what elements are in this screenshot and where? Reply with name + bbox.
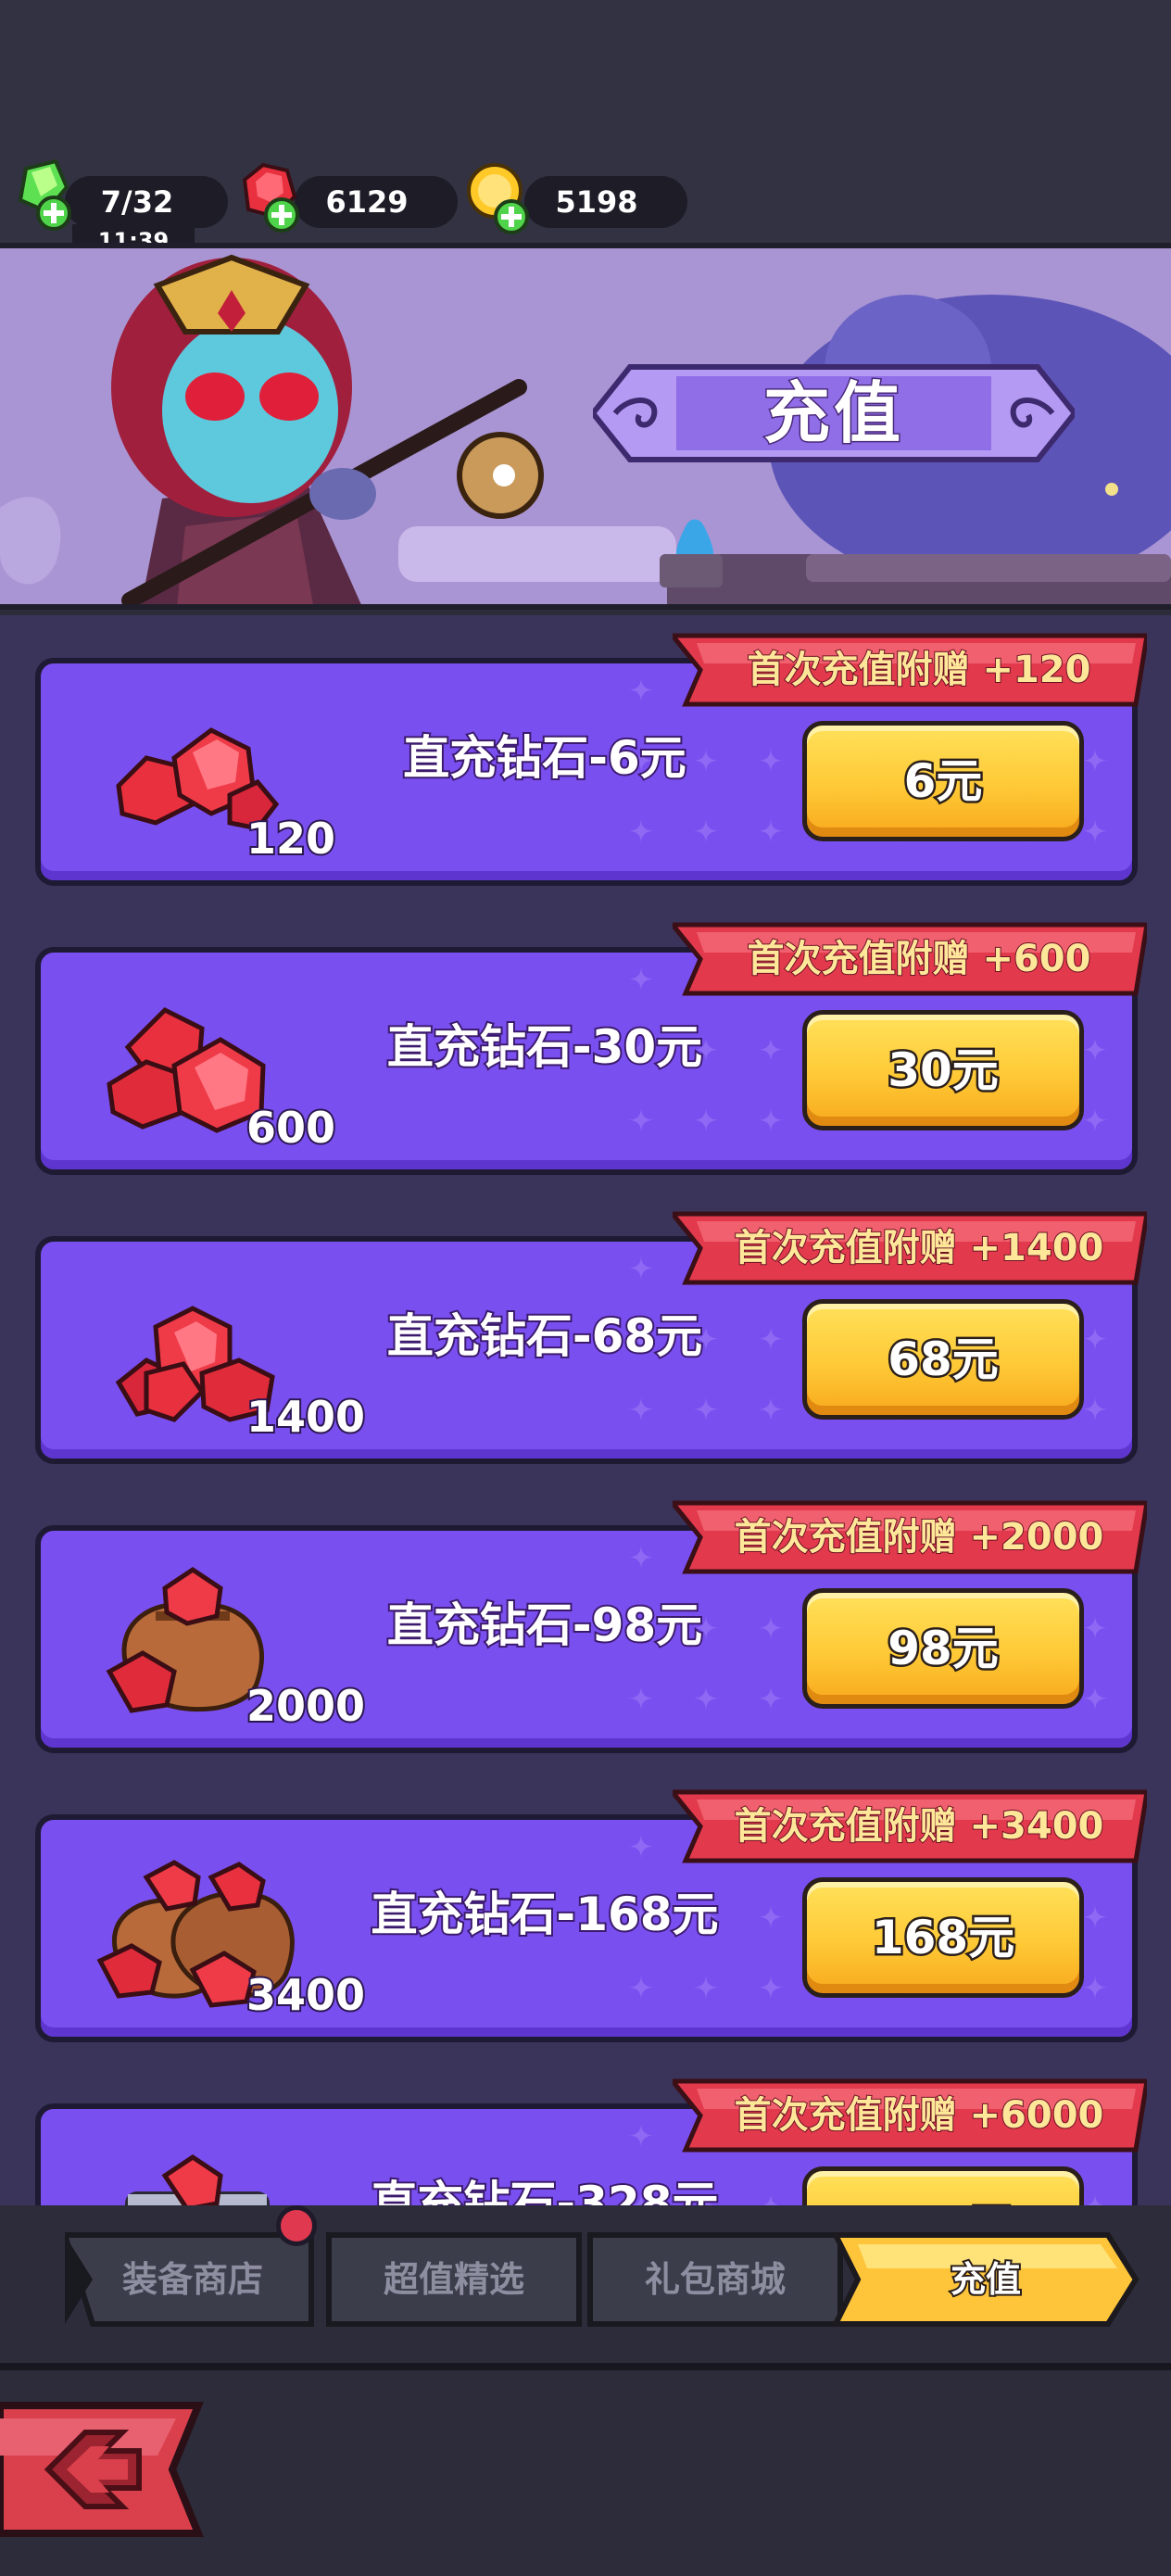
- shop-tab-bar: 装备商店 超值精选 礼包商城 充值: [0, 2205, 1171, 2363]
- first-purchase-bonus-ribbon: 首次充值附赠 +2000: [673, 1499, 1147, 1575]
- first-purchase-bonus-ribbon: 首次充值附赠 +3400: [673, 1788, 1147, 1864]
- green-crystal-plus-icon[interactable]: [13, 159, 78, 235]
- recharge-pack-card[interactable]: 直充钻石-68元 1400 68元 首次充值附赠 +1400: [35, 1211, 1147, 1464]
- gem-amount: 120: [245, 812, 337, 865]
- buy-button[interactable]: 168元: [802, 1877, 1084, 1998]
- bonus-text: 首次充值附赠 +600: [747, 937, 1092, 981]
- red-gem-plus-icon[interactable]: [235, 159, 306, 235]
- gem-amount: 600: [245, 1101, 337, 1155]
- recharge-pack-card[interactable]: 直充钻石-98元 2000 98元 首次充值附赠 +2000: [35, 1500, 1147, 1753]
- recharge-pack-card[interactable]: 直充钻石-6元 120 6元 首次充值附赠 +120: [35, 633, 1147, 886]
- buy-button-label: 168元: [869, 1909, 1016, 1967]
- gem-bundle-icon: [125, 2153, 270, 2205]
- pack-title: 直充钻石-328元: [369, 2175, 720, 2205]
- buy-button[interactable]: 328元: [802, 2166, 1084, 2205]
- hero-character: [0, 254, 544, 604]
- tab-label: 充值: [949, 2257, 1023, 2302]
- gold-coin-plus-icon[interactable]: [465, 161, 535, 237]
- recharge-pack-card[interactable]: 直充钻石-168元 3400 168元 首次充值附赠 +3400: [35, 1789, 1147, 2042]
- first-purchase-bonus-ribbon: 首次充值附赠 +600: [673, 921, 1147, 997]
- gem-amount: 1400: [245, 1390, 367, 1444]
- buy-button-label: 328元: [807, 2171, 1079, 2206]
- tab-label: 装备商店: [121, 2259, 263, 2300]
- first-purchase-bonus-ribbon: 首次充值附赠 +1400: [673, 1210, 1147, 1286]
- gem-amount: 2000: [245, 1679, 367, 1733]
- coin-value: 5198: [555, 184, 638, 220]
- buy-button[interactable]: 30元: [802, 1010, 1084, 1130]
- recharge-pack-card[interactable]: 直充钻石-30元 600 30元 首次充值附赠 +600: [35, 922, 1147, 1175]
- shop-screen: 7/32 11:39 6129 5198 充值 直充钻石-6元 120 6元 首…: [0, 0, 1171, 2576]
- title-plaque: [593, 364, 1075, 462]
- bonus-text: 首次充值附赠 +3400: [734, 1804, 1105, 1849]
- buy-button[interactable]: 6元: [802, 721, 1084, 841]
- first-purchase-bonus-ribbon: 首次充值附赠 +120: [673, 632, 1147, 708]
- tab-recharge[interactable]: 充值: [830, 2231, 1141, 2328]
- first-purchase-bonus-ribbon: 首次充值附赠 +6000: [673, 2077, 1147, 2153]
- buy-button-label: 6元: [901, 752, 985, 811]
- buy-button-label: 30元: [886, 1042, 1001, 1100]
- pack-title: 直充钻石-6元: [401, 729, 688, 787]
- coin-counter[interactable]: 5198: [524, 176, 687, 228]
- bonus-text: 首次充值附赠 +6000: [734, 2093, 1105, 2138]
- notification-dot: [276, 2205, 317, 2246]
- tab-value-picks[interactable]: 超值精选: [326, 2231, 582, 2328]
- buy-button-label: 98元: [886, 1620, 1001, 1678]
- gem-amount: 3400: [245, 1968, 367, 2022]
- back-button[interactable]: [0, 2400, 213, 2539]
- pack-title: 直充钻石-68元: [385, 1307, 704, 1365]
- buy-button[interactable]: 98元: [802, 1588, 1084, 1709]
- gem-counter[interactable]: 6129: [295, 176, 458, 228]
- bonus-text: 首次充值附赠 +2000: [734, 1515, 1105, 1559]
- tab-label: 礼包商城: [644, 2259, 786, 2300]
- gem-value: 6129: [325, 184, 409, 220]
- buy-button-label: 68元: [886, 1331, 1001, 1389]
- recharge-pack-card[interactable]: 直充钻石-328元6000328元首次充值附赠 +6000: [35, 2078, 1147, 2205]
- buy-button[interactable]: 68元: [802, 1299, 1084, 1420]
- recharge-list[interactable]: 直充钻石-6元 120 6元 首次充值附赠 +120 直充钻石-30元 600 30元 首次充…: [0, 615, 1171, 2205]
- tab-equipment-shop[interactable]: 装备商店: [65, 2231, 321, 2328]
- bonus-text: 首次充值附赠 +1400: [734, 1226, 1105, 1270]
- stamina-counter[interactable]: 7/32: [65, 176, 228, 228]
- bonus-text: 首次充值附赠 +120: [747, 648, 1092, 692]
- pack-title: 直充钻石-98元: [385, 1597, 704, 1654]
- tab-gift-packs[interactable]: 礼包商城: [587, 2231, 843, 2328]
- shop-banner: 充值: [0, 243, 1171, 610]
- tab-label: 超值精选: [383, 2259, 524, 2300]
- pack-title: 直充钻石-168元: [369, 1886, 720, 1943]
- stamina-value: 7/32: [100, 184, 174, 220]
- pack-title: 直充钻石-30元: [385, 1018, 704, 1076]
